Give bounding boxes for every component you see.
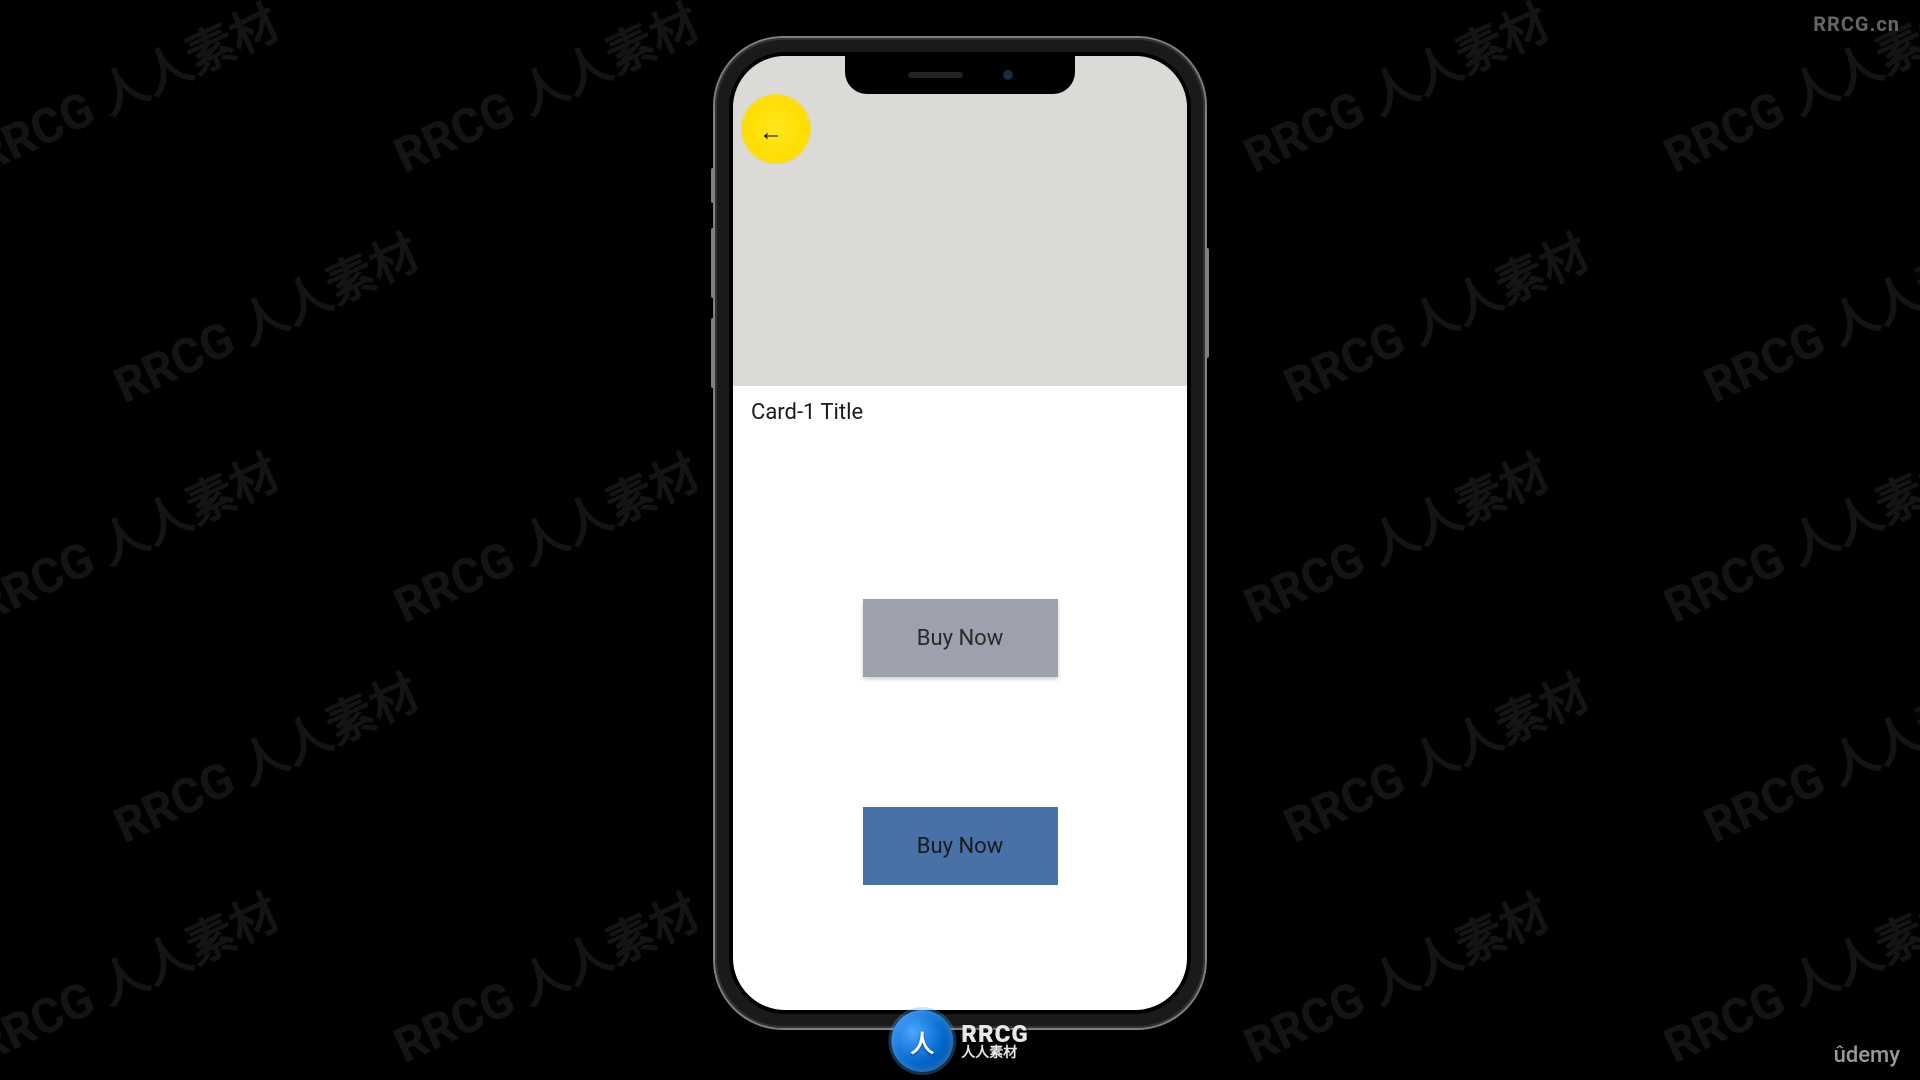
logo-text-main: RRCG <box>961 1022 1028 1046</box>
back-button[interactable]: ← <box>751 112 791 152</box>
watermark-text: RRCG 人人素材 <box>381 874 709 1077</box>
udemy-logo: ûdemy <box>1834 1043 1900 1068</box>
logo-text-sub: 人人素材 <box>961 1046 1028 1060</box>
watermark-text: RRCG 人人素材 <box>1271 654 1599 857</box>
card-title: Card-1 Title <box>733 386 1187 439</box>
watermark-text: RRCG 人人素材 <box>1231 874 1559 1077</box>
watermark-text: RRCG 人人素材 <box>1271 214 1599 417</box>
logo-circle-icon: 人 <box>891 1010 953 1072</box>
watermark-text: RRCG 人人素材 <box>0 0 289 186</box>
logo-text: RRCG 人人素材 <box>961 1022 1028 1060</box>
watermark-text: RRCG 人人素材 <box>381 0 709 186</box>
camera-icon <box>1003 70 1013 80</box>
phone-frame: ← Card-1 Title Buy Now Buy Now <box>715 38 1205 1028</box>
app-content: ← Card-1 Title Buy Now Buy Now <box>733 56 1187 1010</box>
content-area: Buy Now Buy Now <box>733 439 1187 905</box>
logo-inner-text: 人 <box>910 1024 934 1059</box>
phone-notch <box>845 56 1075 94</box>
speaker-icon <box>908 72 963 78</box>
watermark-text: RRCG 人人素材 <box>1651 434 1920 637</box>
silence-switch <box>711 168 715 203</box>
buy-now-button-1[interactable]: Buy Now <box>863 599 1058 677</box>
watermark-text: RRCG 人人素材 <box>1691 214 1920 417</box>
phone-screen: ← Card-1 Title Buy Now Buy Now <box>733 56 1187 1010</box>
volume-up-button <box>711 228 715 298</box>
watermark-text: RRCG 人人素材 <box>1231 434 1559 637</box>
watermark-text: RRCG 人人素材 <box>0 874 289 1077</box>
back-arrow-icon: ← <box>759 118 783 147</box>
phone-inner-frame: ← Card-1 Title Buy Now Buy Now <box>729 52 1191 1014</box>
watermark-text: RRCG 人人素材 <box>381 434 709 637</box>
hero-image: ← <box>733 56 1187 386</box>
watermark-corner: RRCG.cn <box>1813 12 1900 36</box>
rrcg-logo: 人 RRCG 人人素材 <box>891 1010 1028 1072</box>
watermark-text: RRCG 人人素材 <box>101 654 429 857</box>
power-button <box>1205 248 1209 358</box>
watermark-text: RRCG 人人素材 <box>1691 654 1920 857</box>
watermark-text: RRCG 人人素材 <box>0 434 289 637</box>
watermark-text: RRCG 人人素材 <box>1231 0 1559 186</box>
volume-down-button <box>711 318 715 388</box>
buy-now-button-2[interactable]: Buy Now <box>863 807 1058 885</box>
watermark-text: RRCG 人人素材 <box>101 214 429 417</box>
